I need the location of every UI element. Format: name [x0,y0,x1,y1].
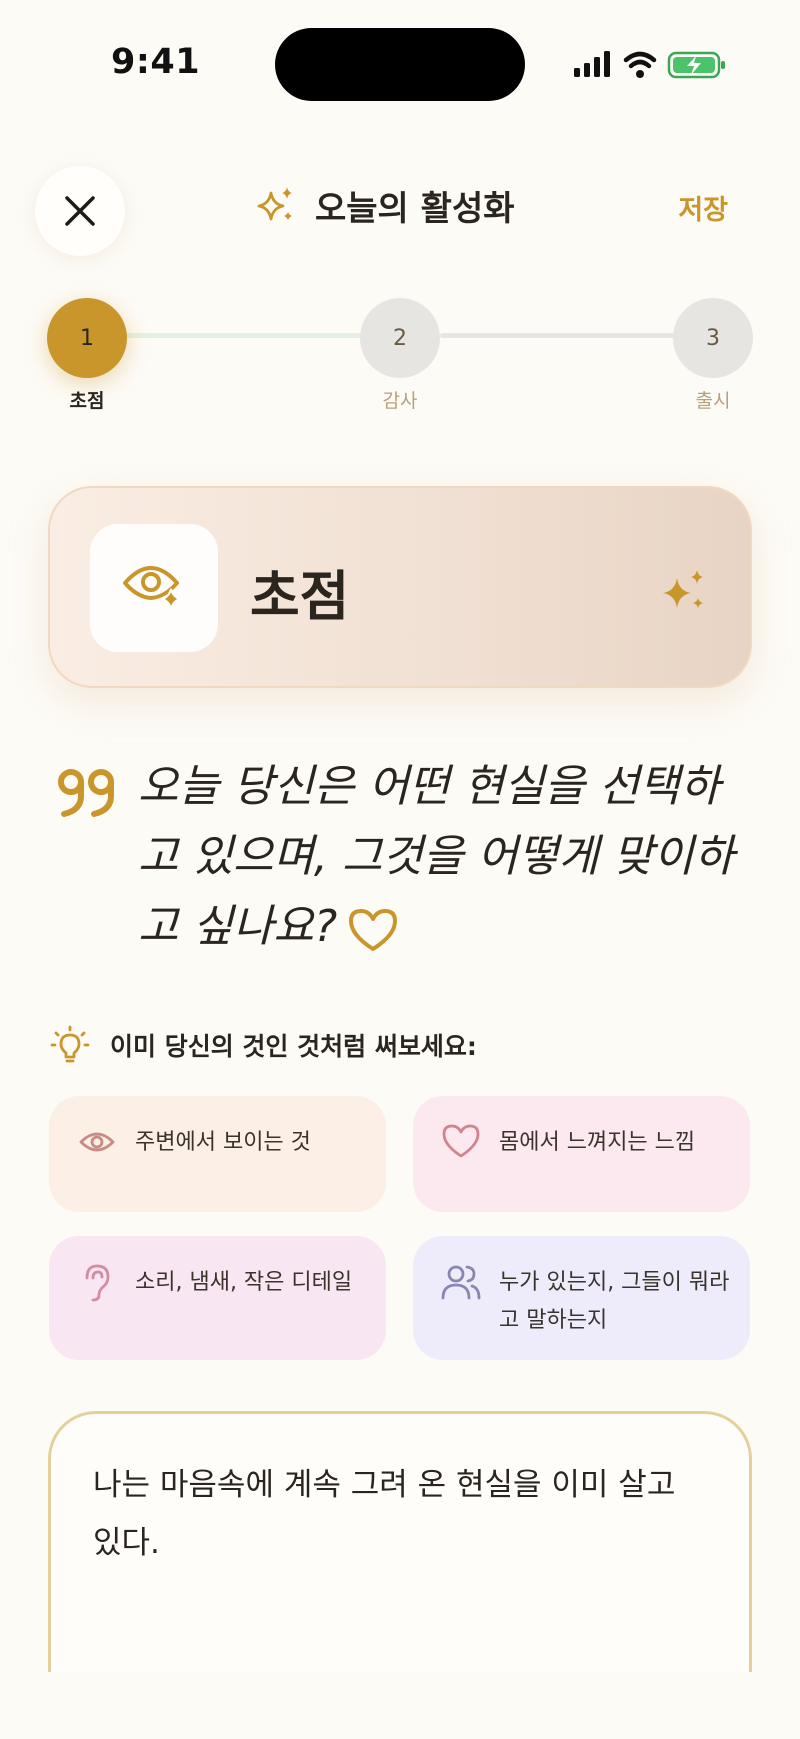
close-icon [65,196,95,226]
status-bar: 9:41 [0,0,800,130]
prompt-chip-label: 소리, 냄새, 작은 디테일 [135,1270,353,1295]
stepper-connector-2 [440,333,676,338]
hint-text: 이미 당신의 것인 것처럼 써보세요: [110,1032,477,1061]
prompt-question-text: 오늘 당신은 어떤 현실을 선택하고 있으며, 그것을 어떻게 맞이하고 싶나요… [138,761,735,952]
header-title-group: 오늘의 활성화 [255,180,515,230]
writing-hint: 이미 당신의 것인 것처럼 써보세요: [50,1025,477,1065]
wifi-icon [623,51,657,78]
eye-sparkle-icon [123,566,184,610]
progress-stepper: 1 초점 2 감사 3 출시 [0,296,800,416]
dynamic-island [275,28,525,101]
sparkles-icon [663,570,703,608]
prompt-chip-label: 누가 있는지, 그들이 뭐라고 말하는지 [499,1270,730,1333]
save-button[interactable]: 저장 [678,188,728,227]
header: 오늘의 활성화 저장 [0,160,800,256]
bottom-safe-area [0,1672,800,1739]
stepper-connector-1 [125,333,365,338]
focus-icon-box [90,524,218,652]
prompt-question: 오늘 당신은 어떤 현실을 선택하고 있으며, 그것을 어떻게 맞이하고 싶나요… [138,752,758,974]
heart-icon [441,1122,481,1162]
people-icon [441,1262,481,1302]
prompt-chip-label: 주변에서 보이는 것 [135,1130,311,1155]
focus-card: 초점 [48,486,752,688]
prompt-chip-feeling[interactable]: 몸에서 느껴지는 느낌 [413,1096,750,1212]
step-2-label: 감사 [382,390,418,412]
quote-icon [58,768,118,824]
signal-wifi-battery-icons [574,51,725,79]
step-1-circle[interactable]: 1 [47,298,127,378]
lightbulb-icon [50,1025,90,1063]
step-1-label: 초점 [69,390,105,412]
focus-sparkles [660,568,708,618]
status-time: 9:41 [111,42,201,82]
heart-icon [347,904,399,974]
prompt-chip-people[interactable]: 누가 있는지, 그들이 뭐라고 말하는지 [413,1236,750,1360]
step-3-circle[interactable]: 3 [673,298,753,378]
battery-icon [667,51,725,79]
step-2-circle[interactable]: 2 [360,298,440,378]
eye-icon [77,1122,117,1162]
prompt-chip-label: 몸에서 느껴지는 느낌 [499,1130,696,1155]
ear-icon [77,1262,117,1302]
answer-text[interactable]: 나는 마음속에 계속 그려 온 현실을 이미 살고 있다. [93,1456,707,1572]
prompt-chip-senses[interactable]: 소리, 냄새, 작은 디테일 [49,1236,386,1360]
sparkles-icon [257,187,292,221]
step-3-label: 출시 [695,390,731,412]
prompt-chip-sight[interactable]: 주변에서 보이는 것 [49,1096,386,1212]
focus-card-title: 초점 [250,565,350,628]
cellular-signal-icon [574,51,610,77]
close-button[interactable] [35,166,125,256]
status-icons [572,48,732,82]
page-title: 오늘의 활성화 [315,188,515,229]
